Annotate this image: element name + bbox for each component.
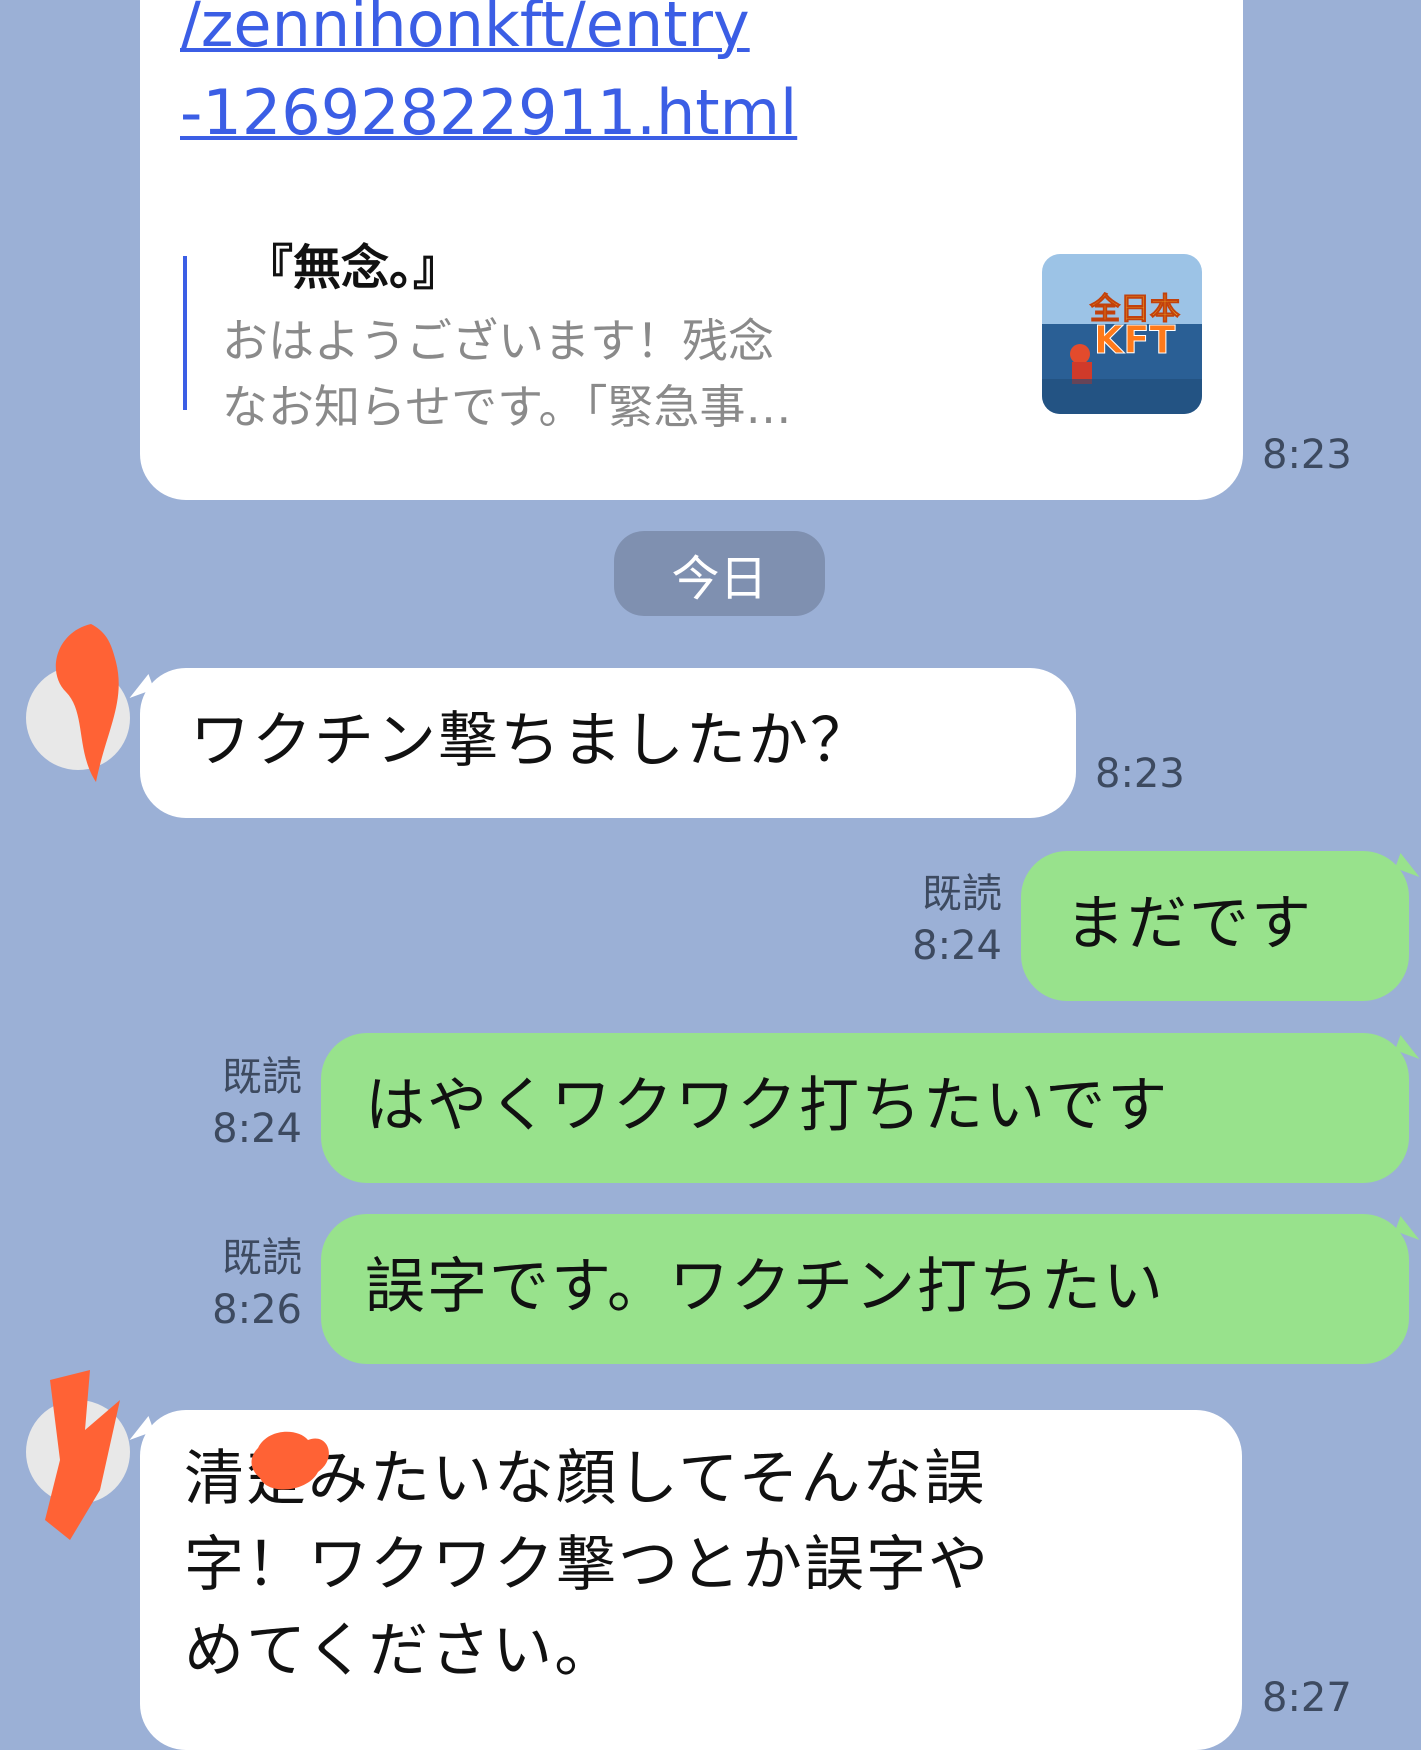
preview-thumbnail[interactable]: 全日本 KFT xyxy=(1042,254,1202,414)
message-line-2: 字！ワクワク撃つとか誤字や xyxy=(184,1530,990,1600)
message-text: ワクチン撃ちましたか？ xyxy=(190,706,872,776)
read-status: 既読 xyxy=(222,1054,302,1100)
date-separator: 今日 xyxy=(614,531,825,616)
preview-accent-bar xyxy=(183,256,187,410)
preview-desc-line1: おはようございます！残念 xyxy=(222,314,774,368)
preview-title[interactable]: 『無念。』 xyxy=(245,228,461,298)
message-time: 8:23 xyxy=(1262,432,1352,478)
read-status: 既読 xyxy=(922,871,1002,917)
link-url-line1[interactable]: /zennihonkft/entry xyxy=(180,0,750,61)
message-bubble-outgoing[interactable]: はやくワクワク打ちたいです xyxy=(321,1033,1409,1183)
message-time: 8:27 xyxy=(1262,1675,1352,1721)
link-url-line2[interactable]: -12692822911.html xyxy=(180,76,797,149)
message-bubble-incoming[interactable]: ワクチン撃ちましたか？ xyxy=(140,668,1076,818)
message-bubble-outgoing[interactable]: まだです xyxy=(1021,851,1409,1001)
read-receipt: 既読 8:24 xyxy=(180,1051,302,1155)
message-time: 8:23 xyxy=(1095,751,1185,797)
message-line-3: めてください。 xyxy=(184,1616,617,1686)
redaction-scribble xyxy=(251,1431,329,1490)
redaction-scribble xyxy=(45,1370,120,1540)
message-time: 8:24 xyxy=(212,1106,302,1152)
message-bubble-outgoing[interactable]: 誤字です。ワクチン打ちたい xyxy=(321,1214,1409,1364)
read-status: 既読 xyxy=(222,1235,302,1281)
message-time: 8:24 xyxy=(912,923,1002,969)
message-text: はやくワクワク打ちたいです xyxy=(365,1071,1170,1141)
read-receipt: 既読 8:24 xyxy=(880,868,1002,972)
read-receipt: 既読 8:26 xyxy=(180,1232,302,1336)
message-text: まだです xyxy=(1065,889,1313,959)
message-text: 誤字です。ワクチン打ちたい xyxy=(365,1252,1165,1322)
thumbnail-label-line2: KFT xyxy=(1093,318,1176,363)
preview-description: おはようございます！残念 なお知らせです。「緊急事… xyxy=(222,308,1012,440)
redaction-scribble xyxy=(55,624,119,782)
preview-desc-line2: なお知らせです。「緊急事… xyxy=(222,380,792,434)
message-time: 8:26 xyxy=(212,1287,302,1333)
